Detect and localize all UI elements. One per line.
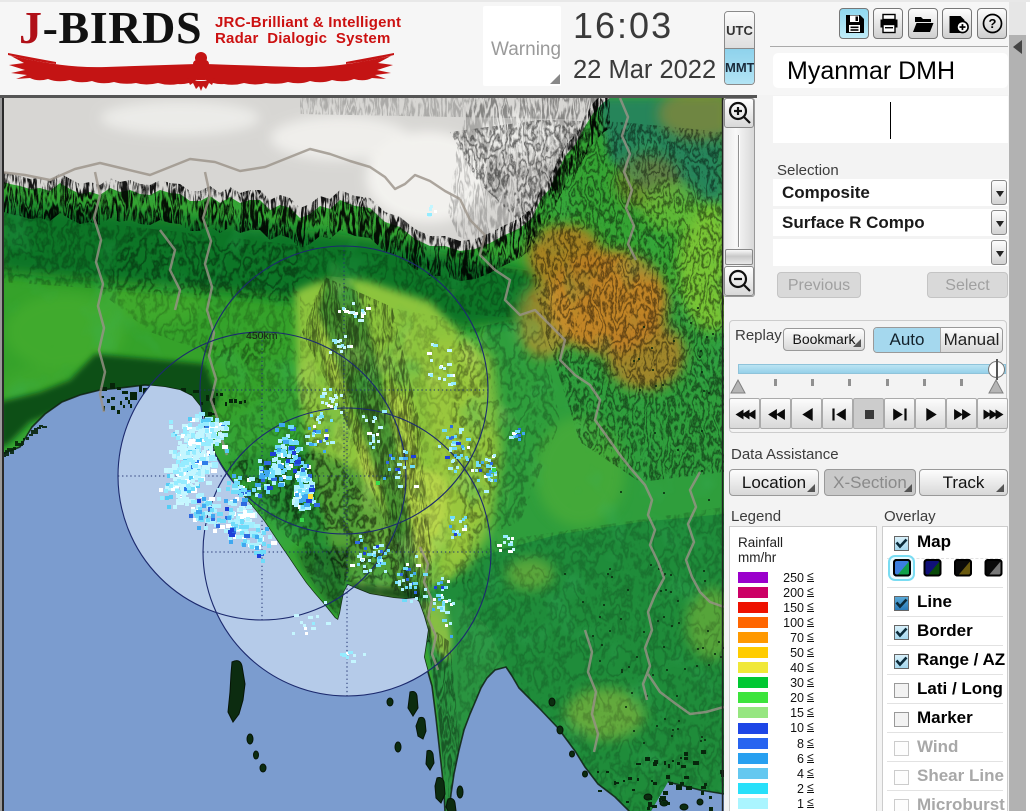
svg-text:?: ?	[989, 16, 997, 31]
svg-text:450km: 450km	[246, 330, 278, 342]
